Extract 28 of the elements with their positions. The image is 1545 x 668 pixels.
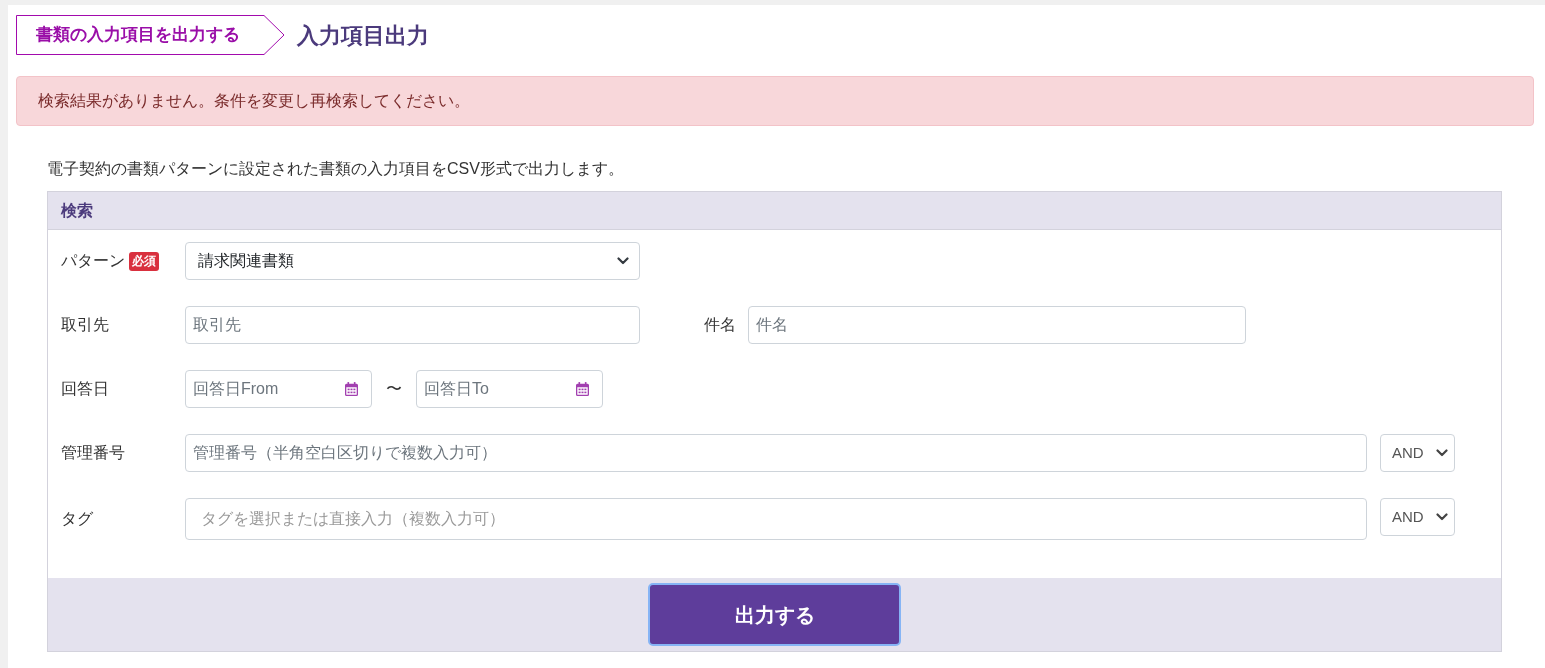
field-label: 取引先 (61, 315, 109, 335)
text-input[interactable]: 件名 (748, 306, 1246, 344)
field-label: パターン (61, 251, 125, 271)
description-text: 電子契約の書類パターンに設定された書類の入力項目をCSV形式で出力します。 (47, 159, 624, 179)
range-separator: 〜 (386, 379, 402, 399)
text-input[interactable]: 管理番号（半角空白区切りで複数入力可） (185, 434, 1367, 472)
submit-button[interactable]: 出力する (648, 583, 901, 646)
required-badge: 必須 (129, 251, 159, 271)
tag-input[interactable]: タグを選択または直接入力（複数入力可） (185, 498, 1367, 540)
field-label: 管理番号 (61, 443, 125, 463)
chevron-down-icon (1436, 449, 1448, 457)
panel-header: 検索 (48, 192, 1501, 230)
field-label: 回答日 (61, 379, 109, 399)
pattern-select[interactable]: 請求関連書類 (185, 242, 640, 280)
calendar-icon (345, 382, 358, 396)
alert-banner: 検索結果がありません。条件を変更し再検索してください。 (16, 76, 1534, 126)
date-input[interactable]: 回答日From (185, 370, 372, 408)
chevron-down-icon (1436, 513, 1448, 521)
calendar-icon (576, 382, 589, 396)
date-input[interactable]: 回答日To (416, 370, 603, 408)
operator-select[interactable]: AND (1380, 498, 1455, 536)
breadcrumb-link[interactable]: 書類の入力項目を出力する (16, 15, 285, 55)
text-input[interactable]: 取引先 (185, 306, 640, 344)
chevron-down-icon (617, 257, 629, 265)
operator-select[interactable]: AND (1380, 434, 1455, 472)
field-label: 件名 (704, 315, 736, 335)
field-label: タグ (61, 509, 93, 529)
page-title: 入力項目出力 (297, 21, 429, 50)
